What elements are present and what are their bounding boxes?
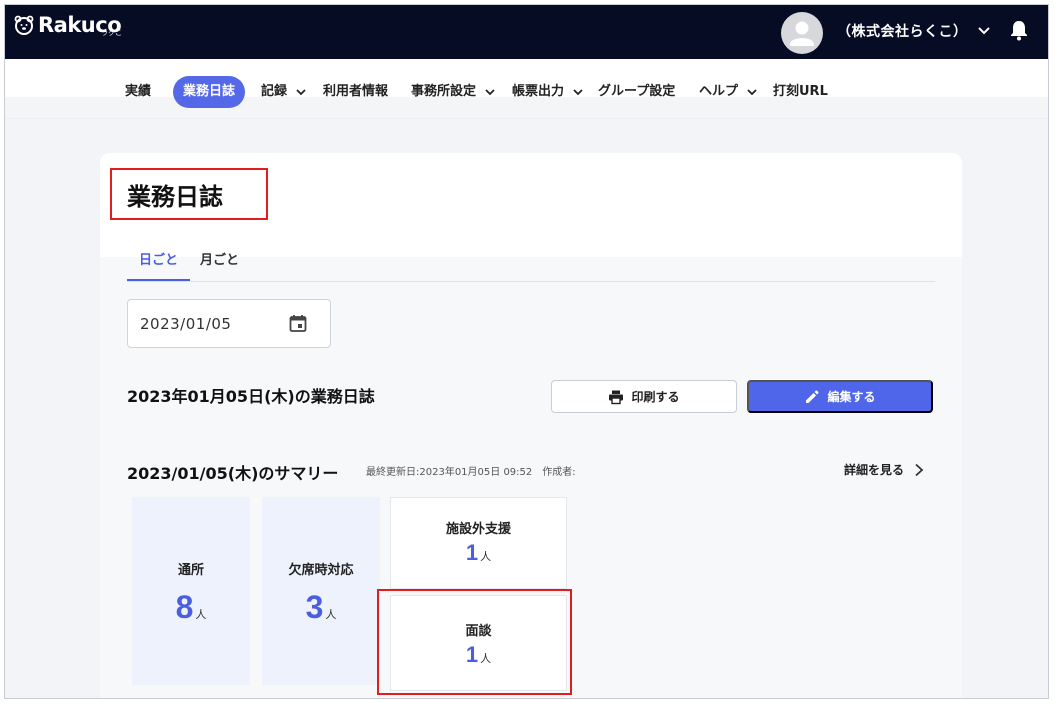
edit-button-label: 編集する — [827, 390, 876, 404]
details-link[interactable]: 詳細を見る — [844, 461, 926, 478]
logo-subtext: ラクこ — [101, 29, 122, 37]
stat-unit: 人 — [325, 608, 337, 621]
nav-item-label: 打刻URL — [773, 84, 828, 99]
nav-item-timestamp-url[interactable]: 打刻URL — [773, 76, 828, 108]
nav-item-label: 事務所設定 — [411, 84, 477, 99]
nav-item-label: 帳票出力 — [512, 84, 565, 99]
user-avatar[interactable] — [781, 12, 823, 54]
tabs-divider — [127, 281, 935, 282]
stat-tile-attendance[interactable]: 通所 8人 — [132, 497, 250, 685]
chevron-down-icon[interactable] — [977, 24, 991, 38]
print-button[interactable]: 印刷する — [551, 380, 737, 413]
journal-heading: 2023年01月05日(木)の業務日誌 — [127, 387, 375, 406]
printer-icon — [609, 390, 624, 404]
details-link-label: 詳細を見る — [844, 463, 905, 477]
stat-number: 8 — [175, 589, 194, 625]
edit-button[interactable]: 編集する — [747, 380, 933, 413]
stat-unit: 人 — [480, 550, 492, 563]
chevron-down-icon — [572, 88, 583, 95]
nav-item-user-info[interactable]: 利用者情報 — [323, 76, 388, 108]
print-button-label: 印刷する — [631, 390, 680, 404]
stat-number: 3 — [305, 589, 324, 625]
journal-card: 業務日誌 日ごと 月ごと 2023/01/05 2023年01月05日(木)の業… — [100, 153, 962, 698]
stat-value: 3人 — [262, 589, 380, 626]
stat-label: 通所 — [177, 563, 204, 578]
tab-monthly[interactable]: 月ごと — [200, 249, 239, 268]
stat-value: 8人 — [132, 589, 250, 626]
stat-label: 施設外支援 — [445, 522, 511, 537]
summary-meta: 最終更新日:2023年01月05日 09:52 作成者: — [366, 467, 576, 478]
nav-item-work-journal[interactable]: 業務日誌 — [173, 76, 246, 108]
nav-item-label: 業務日誌 — [183, 84, 236, 99]
stat-tile-absence-response[interactable]: 欠席時対応 3人 — [262, 497, 380, 685]
interview-highlight-box — [377, 589, 572, 695]
stat-label: 欠席時対応 — [288, 563, 354, 578]
active-tab-indicator — [127, 279, 190, 281]
nav-item-label: 実績 — [125, 84, 152, 99]
summary-heading: 2023/01/05(木)のサマリー — [127, 464, 339, 483]
nav-item-label: 記録 — [261, 84, 288, 99]
nav-item-office-settings[interactable]: 事務所設定 — [411, 76, 495, 108]
calendar-icon[interactable] — [288, 313, 308, 333]
user-icon — [790, 21, 814, 46]
pencil-icon — [806, 390, 819, 403]
company-name[interactable]: （株式会社らくこ） — [837, 21, 968, 41]
date-value: 2023/01/05 — [140, 315, 232, 333]
stat-tile-offsite-support[interactable]: 施設外支援 1人 — [390, 497, 567, 589]
bear-logo-icon — [14, 15, 34, 35]
chevron-right-icon — [915, 463, 924, 476]
nav-item-records[interactable]: 記録 — [261, 76, 306, 108]
tab-daily[interactable]: 日ごと — [139, 249, 178, 268]
top-bar: Rakuco ラクこ （株式会社らくこ） — [5, 5, 1048, 59]
stat-number: 1 — [465, 540, 479, 565]
date-field[interactable]: 2023/01/05 — [127, 299, 331, 348]
nav-item-label: 利用者情報 — [323, 84, 389, 99]
bell-icon[interactable] — [1009, 19, 1029, 41]
nav-item-help[interactable]: ヘルプ — [699, 76, 757, 108]
stat-value: 1人 — [391, 540, 566, 566]
nav-item-report-output[interactable]: 帳票出力 — [512, 76, 583, 108]
chevron-down-icon — [484, 88, 495, 95]
nav-item-label: ヘルプ — [699, 84, 739, 99]
app-window: Rakuco ラクこ （株式会社らくこ） 実績 業務日誌 記録 利用者情報 事務… — [4, 4, 1049, 699]
nav-item-results[interactable]: 実績 — [125, 76, 151, 108]
title-highlight-box — [110, 168, 268, 220]
nav-item-label: グループ設定 — [598, 84, 676, 99]
chevron-down-icon — [746, 88, 757, 95]
nav-item-group-settings[interactable]: グループ設定 — [598, 76, 675, 108]
main-nav: 実績 業務日誌 記録 利用者情報 事務所設定 帳票出力 グループ設定 ヘルプ 打… — [5, 59, 1048, 119]
stat-unit: 人 — [195, 608, 207, 621]
chevron-down-icon — [295, 88, 306, 95]
